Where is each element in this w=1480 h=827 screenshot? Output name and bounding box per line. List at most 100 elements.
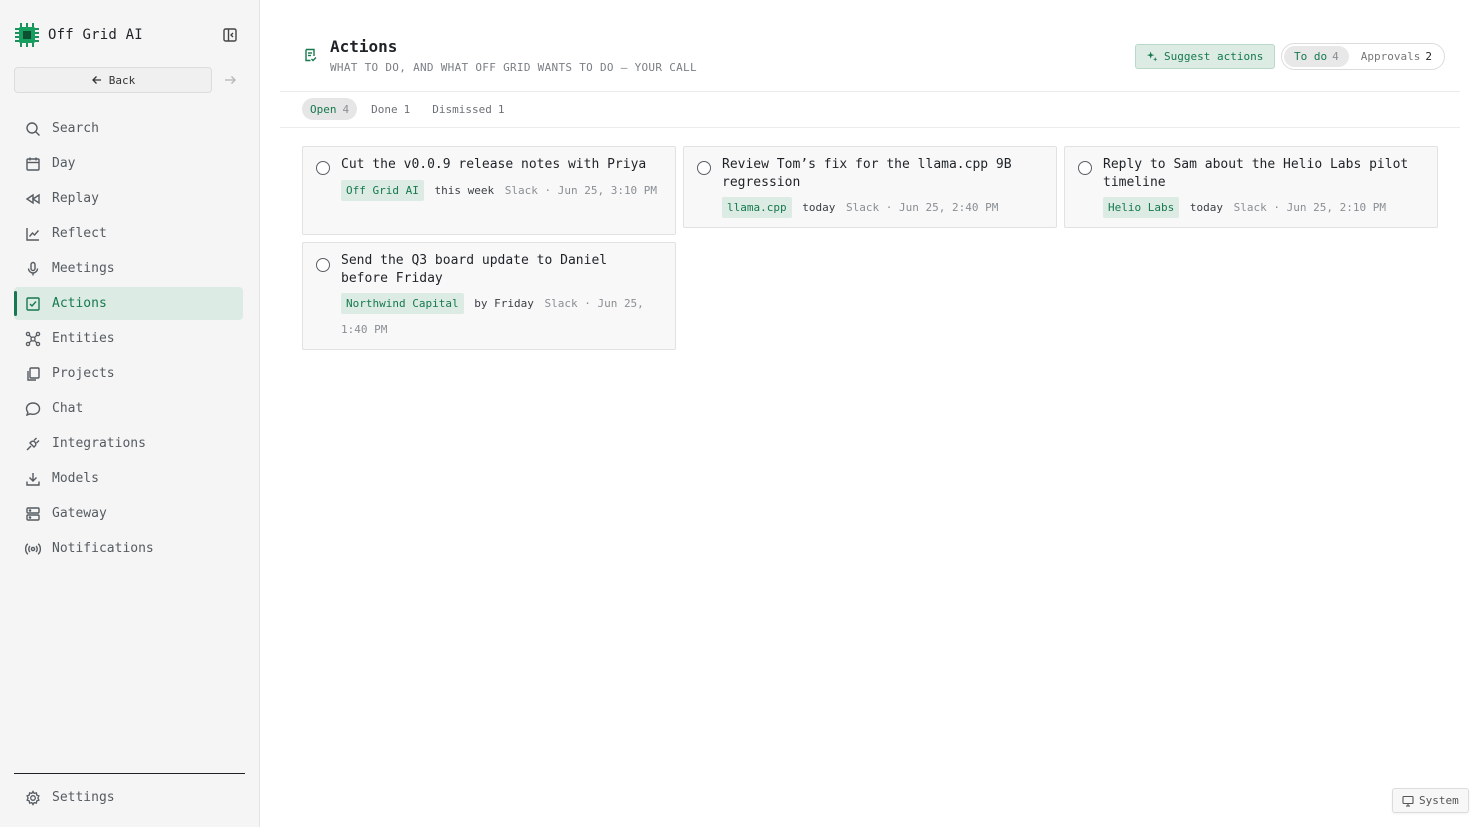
forward-arrow-icon[interactable] xyxy=(222,72,238,88)
sidebar-item-replay[interactable]: Replay xyxy=(14,182,243,215)
sidebar-item-label: Settings xyxy=(52,790,115,805)
tab-count: 4 xyxy=(342,102,350,116)
sidebar-item-search[interactable]: Search xyxy=(14,112,243,145)
source-label: Slack xyxy=(1233,201,1267,214)
action-title: Reply to Sam about the Helio Labs pilot … xyxy=(1103,157,1409,190)
entity-tag[interactable]: Helio Labs xyxy=(1103,197,1180,218)
header-divider xyxy=(280,91,1460,92)
sidebar-item-projects[interactable]: Projects xyxy=(14,357,243,390)
sidebar-item-label: Notifications xyxy=(52,541,154,556)
due-label: today xyxy=(1189,201,1223,214)
sidebar-item-day[interactable]: Day xyxy=(14,147,243,180)
files-icon xyxy=(27,366,40,381)
sidebar-item-label: Search xyxy=(52,121,99,136)
action-card[interactable]: Cut the v0.0.9 release notes with Priya … xyxy=(302,146,676,235)
sidebar-item-settings[interactable]: Settings xyxy=(14,781,243,814)
server-icon xyxy=(26,506,40,521)
sidebar-item-label: Projects xyxy=(52,366,115,381)
sidebar-item-label: Gateway xyxy=(52,506,107,521)
sidebar-item-label: Chat xyxy=(52,401,84,416)
timestamp: · Jun 25, 3:10 PM xyxy=(544,183,658,197)
rewind-icon xyxy=(25,193,40,204)
sidebar-item-entities[interactable]: Entities xyxy=(14,322,243,355)
complete-checkbox[interactable] xyxy=(316,258,330,272)
action-title: Cut the v0.0.9 release notes with Priya xyxy=(341,157,647,172)
checkbox-icon xyxy=(26,296,40,311)
complete-checkbox[interactable] xyxy=(316,161,330,175)
tab-label: Dismissed xyxy=(432,102,492,116)
timestamp: · Jun 25, 2:40 PM xyxy=(885,201,999,214)
trend-icon xyxy=(26,227,40,241)
tab-count: 1 xyxy=(497,102,505,116)
system-theme-button[interactable]: System xyxy=(1392,788,1469,813)
microphone-icon xyxy=(27,261,39,275)
brand-name: Off Grid AI xyxy=(48,27,143,43)
sidebar-nav: Search Day Replay Reflect Meetings Actio… xyxy=(14,112,243,567)
sidebar-item-label: Models xyxy=(52,471,99,486)
entity-tag[interactable]: Northwind Capital xyxy=(341,293,464,314)
due-label: today xyxy=(802,201,836,214)
tab-dismissed[interactable]: Dismissed 1 xyxy=(424,98,512,120)
sidebar-item-chat[interactable]: Chat xyxy=(14,392,243,425)
back-button[interactable]: Back xyxy=(14,67,212,93)
tab-open[interactable]: Open 4 xyxy=(302,98,358,120)
sidebar-item-label: Integrations xyxy=(52,436,146,451)
sidebar-item-label: Day xyxy=(52,156,76,171)
sidebar-item-models[interactable]: Models xyxy=(14,462,243,495)
due-label: by Friday xyxy=(474,297,534,310)
source-label: Slack xyxy=(504,183,538,197)
arrow-left-icon xyxy=(91,76,101,84)
due-label: this week xyxy=(434,183,495,197)
back-button-label: Back xyxy=(108,73,136,87)
sidebar-item-actions[interactable]: Actions xyxy=(14,287,243,320)
clipboard-check-icon xyxy=(305,48,317,62)
tab-label: Done xyxy=(371,102,398,116)
action-title: Send the Q3 board update to Daniel befor… xyxy=(341,253,608,286)
action-card[interactable]: Reply to Sam about the Helio Labs pilot … xyxy=(1064,146,1438,228)
sidebar-item-reflect[interactable]: Reflect xyxy=(14,217,243,250)
mode-todo[interactable]: To do 4 xyxy=(1284,46,1349,67)
action-card[interactable]: Send the Q3 board update to Daniel befor… xyxy=(302,242,676,350)
suggest-actions-button[interactable]: Suggest actions xyxy=(1135,44,1276,69)
search-icon xyxy=(26,121,40,136)
sidebar-item-integrations[interactable]: Integrations xyxy=(14,427,243,460)
page-title: Actions xyxy=(330,37,398,56)
sidebar-collapse-icon[interactable] xyxy=(222,27,238,43)
sidebar-item-label: Meetings xyxy=(52,261,115,276)
status-tabs: Open 4 Done 1 Dismissed 1 xyxy=(302,98,512,120)
sidebar-item-label: Reflect xyxy=(52,226,107,241)
tabs-divider xyxy=(280,127,1460,128)
sidebar-item-label: Replay xyxy=(52,191,99,206)
sidebar-divider xyxy=(14,773,245,774)
entity-tag[interactable]: Off Grid AI xyxy=(341,179,424,201)
tab-done[interactable]: Done 1 xyxy=(363,98,418,120)
tab-label: Open xyxy=(310,102,337,116)
plug-icon xyxy=(26,437,40,450)
mode-label: To do xyxy=(1294,50,1328,63)
complete-checkbox[interactable] xyxy=(1078,161,1092,175)
sidebar-item-label: Entities xyxy=(52,331,115,346)
action-title: Review Tom’s fix for the llama.cpp 9B re… xyxy=(722,157,1012,190)
source-label: Slack xyxy=(845,201,880,214)
main-content: Actions WHAT TO DO, AND WHAT OFF GRID WA… xyxy=(260,0,1480,827)
entity-tag[interactable]: llama.cpp xyxy=(722,197,792,218)
sidebar: Off Grid AI Back Search Day Replay Refle… xyxy=(0,0,260,827)
brand[interactable]: Off Grid AI xyxy=(14,22,143,48)
sidebar-item-gateway[interactable]: Gateway xyxy=(14,497,243,530)
sidebar-item-notifications[interactable]: Notifications xyxy=(14,532,243,565)
view-mode-toggle: To do 4 Approvals 2 xyxy=(1281,43,1445,70)
source-label: Slack xyxy=(544,297,578,310)
page-subtitle: WHAT TO DO, AND WHAT OFF GRID WANTS TO D… xyxy=(330,61,697,74)
sidebar-item-meetings[interactable]: Meetings xyxy=(14,252,243,285)
chip-logo-icon xyxy=(15,23,39,47)
system-theme-label: System xyxy=(1419,794,1459,807)
timestamp: · Jun 25, 2:10 PM xyxy=(1273,201,1386,214)
suggest-actions-label: Suggest actions xyxy=(1164,50,1264,63)
complete-checkbox[interactable] xyxy=(697,161,711,175)
mode-approvals[interactable]: Approvals 2 xyxy=(1351,46,1442,67)
action-card[interactable]: Review Tom’s fix for the llama.cpp 9B re… xyxy=(683,146,1057,228)
chat-icon xyxy=(25,401,41,416)
mode-count: 4 xyxy=(1332,50,1339,63)
mode-label: Approvals xyxy=(1360,50,1421,63)
sparkle-icon xyxy=(1147,51,1158,62)
